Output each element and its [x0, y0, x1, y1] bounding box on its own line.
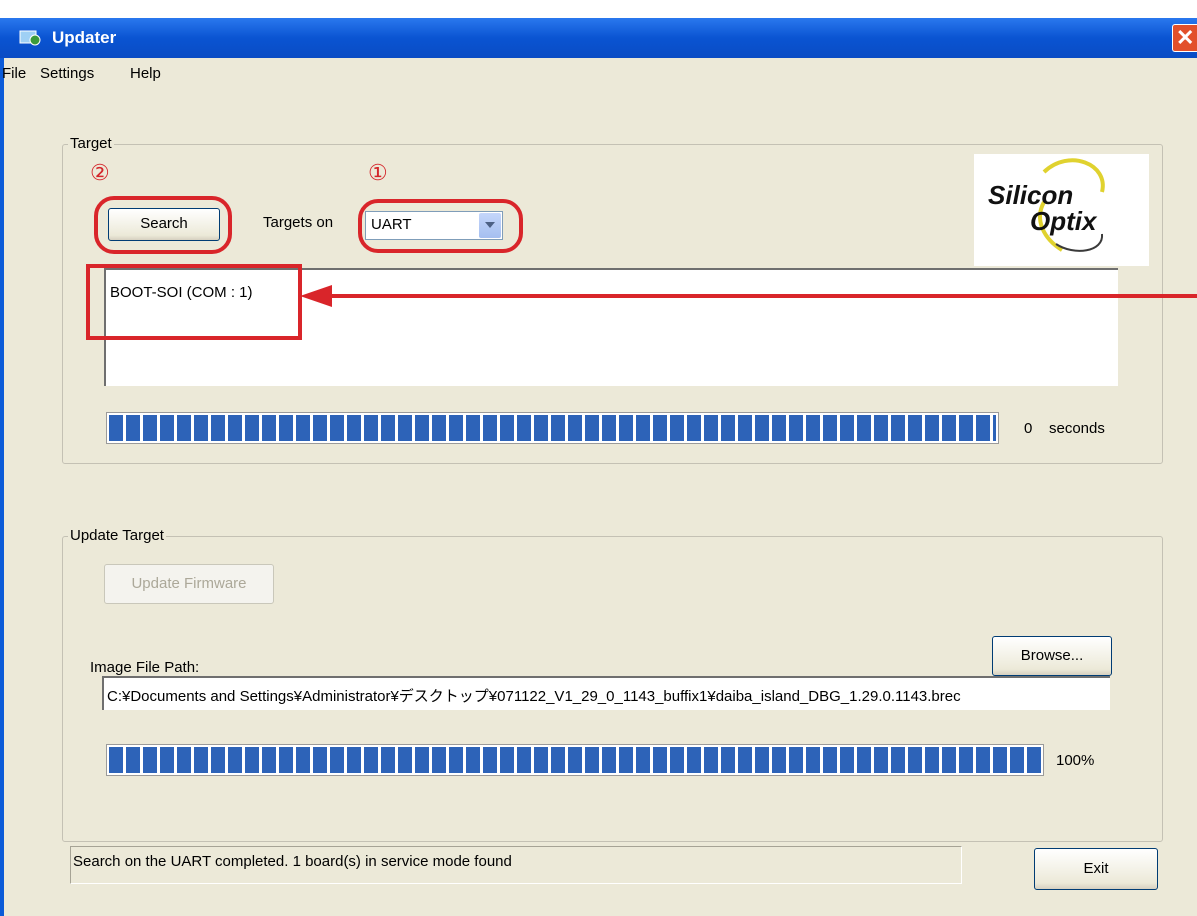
- title-bar[interactable]: Updater ✕: [0, 18, 1197, 58]
- update-firmware-label: Update Firmware: [131, 575, 247, 592]
- menu-bar: File Settings Help: [2, 58, 1197, 88]
- target-found-annotation: [86, 264, 302, 340]
- step-2-marker: ②: [90, 160, 110, 185]
- menu-file[interactable]: File: [2, 65, 26, 82]
- step-1-marker: ①: [368, 160, 388, 185]
- search-progress-fill: [109, 415, 996, 441]
- status-message: Search on the UART completed. 1 board(s)…: [73, 853, 512, 870]
- status-bar: Search on the UART completed. 1 board(s)…: [70, 846, 962, 884]
- arrow-left-icon: [300, 285, 1197, 307]
- elapsed-time-unit: seconds: [1049, 420, 1105, 437]
- menu-help[interactable]: Help: [130, 65, 161, 82]
- client-area: File Settings Help Target ② ① Search Tar…: [2, 58, 1197, 916]
- elapsed-time-value: 0: [1024, 420, 1033, 437]
- search-progress-bar: [106, 412, 999, 444]
- target-group-label: Target: [68, 135, 114, 152]
- image-path-value: C:¥Documents and Settings¥Administrator¥…: [107, 688, 961, 705]
- image-path-label: Image File Path:: [90, 659, 200, 676]
- port-annotation: [358, 199, 523, 253]
- update-progress-text: 100%: [1056, 752, 1095, 769]
- update-firmware-button[interactable]: Update Firmware: [104, 564, 274, 604]
- window-title: Updater: [52, 28, 117, 47]
- close-icon: ✕: [1176, 25, 1195, 50]
- browse-button[interactable]: Browse...: [992, 636, 1112, 676]
- exit-button-label: Exit: [1083, 860, 1109, 877]
- browse-button-label: Browse...: [1020, 647, 1084, 664]
- logo-text-optix: Optix: [1030, 206, 1097, 236]
- update-progress-bar: [106, 744, 1044, 776]
- updater-window: Updater ✕ File Settings Help Target ② ① …: [0, 18, 1197, 916]
- app-icon: [19, 30, 41, 46]
- targets-on-label: Targets on: [263, 214, 334, 231]
- image-path-field[interactable]: C:¥Documents and Settings¥Administrator¥…: [102, 676, 1110, 710]
- search-annotation: [94, 196, 232, 254]
- exit-button[interactable]: Exit: [1034, 848, 1158, 890]
- menu-settings[interactable]: Settings: [40, 65, 94, 82]
- close-button[interactable]: ✕: [1172, 24, 1197, 52]
- silicon-optix-logo: Silicon Optix: [974, 154, 1149, 266]
- update-target-group-label: Update Target: [68, 527, 166, 544]
- update-progress-fill: [109, 747, 1041, 773]
